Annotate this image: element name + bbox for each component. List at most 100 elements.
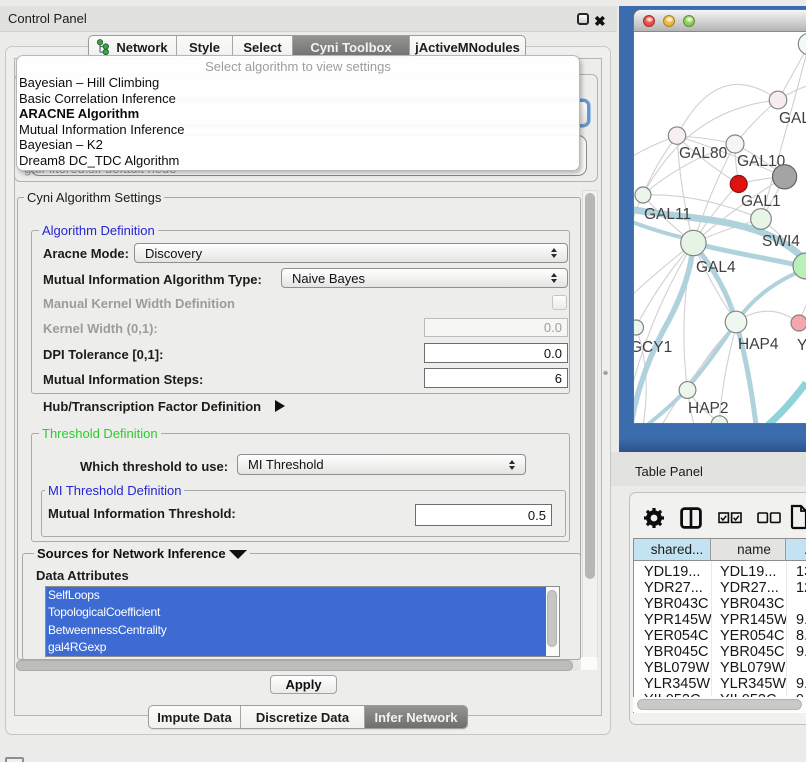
settings-vertical-scrollbar[interactable] [582, 190, 598, 658]
column-header-a[interactable]: A [786, 539, 806, 561]
apply-button[interactable]: Apply [270, 675, 337, 694]
tab-impute-data[interactable]: Impute Data [149, 706, 241, 728]
network-node-n14[interactable] [711, 416, 727, 424]
network-view[interactable]: GALGAL80GAL10GAL1GAL11SWI4GAL4GCY1HAP4YH… [634, 32, 806, 424]
network-node-gal10[interactable] [726, 135, 744, 153]
network-edge-thick[interactable] [768, 383, 806, 424]
table-row[interactable]: YBR043CYBR043C [634, 596, 806, 612]
table-cell: 9. [786, 676, 806, 692]
table-cell: YPR145W [634, 612, 711, 628]
combo-arrows-icon [551, 273, 558, 283]
data-attribute-item[interactable]: BetweennessCentrality [46, 622, 546, 639]
network-edge[interactable] [677, 84, 778, 136]
algorithm-popup-item[interactable]: Bayesian – K2 [17, 137, 579, 153]
close-icon[interactable]: ✖ [594, 13, 606, 30]
sources-collapse-icon[interactable] [229, 550, 247, 559]
data-attribute-item[interactable]: TopologicalCoefficient [46, 604, 546, 621]
algorithm-popup-item[interactable]: Dream8 DC_TDC Algorithm [17, 153, 579, 169]
settings-horizontal-scrollbar[interactable] [16, 660, 581, 671]
network-node-label: GCY1 [634, 339, 672, 356]
mi-steps-field[interactable]: 6 [424, 368, 568, 388]
network-node-n0[interactable] [798, 33, 806, 54]
table-horizontal-scrollbar[interactable] [633, 697, 806, 712]
data-attributes-list[interactable]: SelfLoopsTopologicalCoefficientBetweenne… [45, 586, 560, 657]
unchecked-columns-icon[interactable] [757, 511, 781, 529]
network-node-label: Y [797, 337, 806, 354]
sources-title: Sources for Network Inference [34, 547, 250, 560]
table-row[interactable]: YPR145WYPR145W9. [634, 612, 806, 628]
mi-type-combobox[interactable]: Naive Bayes [281, 268, 568, 288]
hub-definition-label[interactable]: Hub/Transcription Factor Definition [43, 399, 261, 414]
tab-label: Style [189, 40, 220, 55]
kernel-width-field[interactable]: 0.0 [424, 318, 568, 337]
table-row[interactable]: YBR045CYBR045C9. [634, 644, 806, 660]
algorithm-popup-item[interactable]: ARACNE Algorithm [17, 106, 579, 122]
aracne-mode-label: Aracne Mode: [43, 246, 129, 261]
tab-infer-network[interactable]: Infer Network [365, 706, 467, 728]
tab-label: Cyni Toolbox [310, 40, 391, 55]
attributes-scrollbar-thumb[interactable] [547, 590, 557, 647]
network-node-gal4[interactable] [681, 230, 706, 255]
table-hscrollbar-thumb[interactable] [637, 699, 802, 710]
table-cell: 8. [786, 628, 806, 644]
network-node-gal[interactable] [769, 91, 787, 109]
attributes-vertical-scrollbar[interactable] [546, 587, 559, 656]
splitpane-grip-icon[interactable] [603, 370, 608, 375]
dpi-tolerance-field[interactable]: 0.0 [424, 343, 568, 363]
network-node-hap2[interactable] [679, 382, 696, 399]
table-row[interactable]: YDR27...YDR27...12 [634, 580, 806, 596]
manual-kernel-checkbox[interactable] [552, 295, 567, 310]
float-window-icon[interactable] [577, 13, 589, 25]
combo-arrows-icon [509, 460, 516, 470]
window-close-button[interactable] [643, 15, 655, 27]
table-cell: YBR045C [711, 644, 786, 660]
tab-label: jActiveMNodules [415, 40, 520, 55]
table-row[interactable]: YBL079WYBL079W [634, 660, 806, 676]
vertical-scrollbar-thumb[interactable] [585, 193, 595, 579]
horizontal-scrollbar-thumb[interactable] [16, 660, 573, 671]
tab-label: Discretize Data [256, 710, 349, 725]
dock-window-icon[interactable] [5, 757, 24, 762]
algorithm-popup-item[interactable]: Bayesian – Hill Climbing [17, 75, 579, 91]
table-cell [786, 596, 806, 612]
which-threshold-combobox[interactable]: MI Threshold [237, 454, 526, 475]
window-zoom-button[interactable] [683, 15, 695, 27]
network-edge[interactable] [634, 195, 643, 327]
combo-arrows-icon [551, 248, 558, 258]
data-attribute-item[interactable]: SelfLoops [46, 587, 546, 604]
tab-label: Infer Network [374, 710, 457, 725]
control-panel-title: Control Panel [8, 11, 87, 26]
network-node-swi4[interactable] [751, 209, 772, 230]
tab-discretize-data[interactable]: Discretize Data [241, 706, 365, 728]
gear-icon[interactable] [643, 507, 665, 534]
table-cell: YDL19... [711, 564, 786, 580]
network-node-gcy1[interactable] [634, 320, 644, 335]
threshold-definition-title: Threshold Definition [39, 427, 161, 440]
document-icon[interactable] [789, 504, 806, 535]
aracne-mode-combobox[interactable]: Discovery [134, 243, 568, 263]
data-attribute-item[interactable]: gal4RGexp [46, 639, 546, 656]
which-threshold-value: MI Threshold [248, 457, 324, 472]
checked-columns-icon[interactable] [718, 511, 742, 529]
canvas-bottom-shade [619, 438, 806, 452]
network-node-gal1[interactable] [730, 176, 747, 193]
network-edge[interactable] [634, 273, 636, 327]
mi-type-label: Mutual Information Algorithm Type: [43, 272, 262, 287]
algorithm-popup-item[interactable]: Basic Correlation Inference [17, 91, 579, 107]
window-minimize-button[interactable] [663, 15, 675, 27]
table-row[interactable]: YDL19...YDL19...13 [634, 564, 806, 580]
network-node-gal11[interactable] [635, 187, 651, 203]
column-header-name[interactable]: name [711, 539, 786, 561]
table-cell: YBL079W [634, 660, 711, 676]
algorithm-popup-item[interactable]: Mutual Information Inference [17, 122, 579, 138]
table-row[interactable]: YLR345WYLR345W9. [634, 676, 806, 692]
network-node-gal80[interactable] [668, 127, 685, 144]
network-node-hap4[interactable] [725, 311, 747, 333]
mi-threshold-field[interactable]: 0.5 [415, 504, 552, 526]
network-node-n4[interactable] [773, 165, 797, 189]
table-row[interactable]: YER054CYER054C8. [634, 628, 806, 644]
network-node-y[interactable] [791, 315, 806, 331]
hub-expand-icon[interactable] [275, 400, 285, 412]
column-header-shared[interactable]: shared... [634, 539, 711, 561]
split-columns-icon[interactable] [680, 507, 702, 534]
